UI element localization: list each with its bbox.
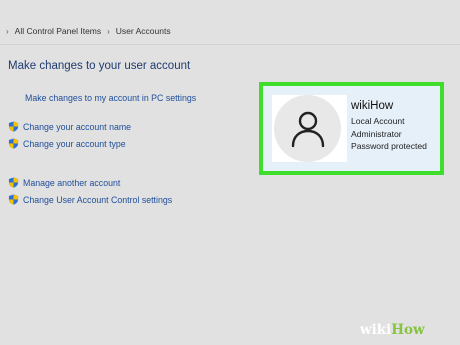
change-uac-settings-link[interactable]: Change User Account Control settings: [8, 194, 172, 205]
chevron-right-icon[interactable]: ›: [107, 27, 110, 36]
wikihow-watermark: wikiHow: [360, 322, 425, 338]
page-title: Make changes to your user account: [8, 60, 191, 72]
divider: [0, 44, 460, 45]
account-info: wikiHow Local Account Administrator Pass…: [351, 100, 427, 153]
account-password-status: Password protected: [351, 141, 427, 151]
uac-shield-icon: [8, 138, 19, 149]
account-role: Administrator: [351, 128, 402, 139]
account-type: Local Account: [351, 116, 405, 126]
change-account-name-link[interactable]: Change your account name: [8, 121, 131, 132]
task-label[interactable]: Change your account name: [23, 122, 131, 132]
task-label[interactable]: Change User Account Control settings: [23, 195, 172, 205]
task-label[interactable]: Manage another account: [23, 178, 120, 188]
watermark-how: How: [391, 322, 425, 338]
account-card: wikiHow Local Account Administrator Pass…: [259, 82, 444, 175]
address-bar[interactable]: › All Control Panel Items › User Account…: [0, 0, 460, 44]
manage-another-account-link[interactable]: Manage another account: [8, 177, 120, 188]
uac-shield-icon: [8, 121, 19, 132]
breadcrumb: › All Control Panel Items › User Account…: [6, 24, 171, 38]
avatar: [272, 95, 347, 162]
task-label[interactable]: Change your account type: [23, 139, 126, 149]
watermark-wiki: wiki: [360, 322, 392, 338]
chevron-right-icon[interactable]: ›: [6, 27, 9, 36]
change-account-type-link[interactable]: Change your account type: [8, 138, 126, 149]
breadcrumb-user-accounts[interactable]: User Accounts: [116, 26, 171, 36]
breadcrumb-all-control-panel-items[interactable]: All Control Panel Items: [15, 26, 101, 36]
avatar-circle: [274, 95, 341, 162]
account-name: wikiHow: [351, 100, 394, 112]
pc-settings-link[interactable]: Make changes to my account in PC setting…: [25, 93, 196, 103]
user-avatar-icon: [291, 111, 324, 147]
uac-shield-icon: [8, 194, 19, 205]
uac-shield-icon: [8, 177, 19, 188]
